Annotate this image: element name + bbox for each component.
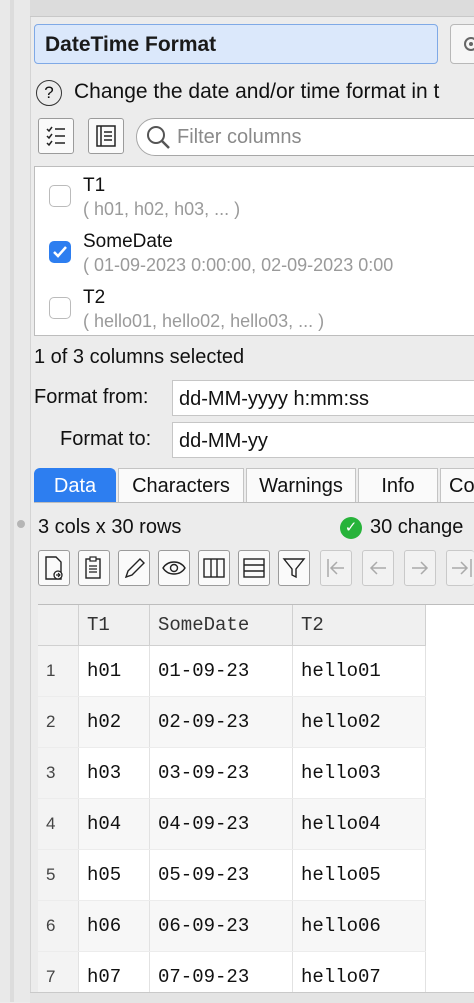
grid-cell[interactable]: 05-09-23 — [149, 849, 293, 901]
grid-cell[interactable]: h03 — [78, 747, 150, 799]
format-from-field[interactable]: dd-MM-yyyy h:mm:ss — [172, 380, 474, 416]
export-button[interactable] — [38, 550, 70, 586]
column-name: SomeDate — [83, 231, 173, 252]
preview-button[interactable] — [158, 550, 190, 586]
row-number: 3 — [38, 747, 79, 799]
deselect-all-button[interactable] — [88, 118, 124, 154]
grid-cell[interactable]: h02 — [78, 696, 150, 748]
grid-cell[interactable]: h04 — [78, 798, 150, 850]
columns-button[interactable] — [198, 550, 230, 586]
splitter-handle-icon[interactable] — [17, 520, 25, 528]
row-number: 1 — [38, 645, 79, 697]
grid-cell[interactable]: hello04 — [292, 798, 426, 850]
grid-dimensions: 3 cols x 30 rows — [38, 516, 182, 538]
tab-characters[interactable]: Characters — [118, 468, 244, 502]
grid-cell[interactable]: 01-09-23 — [149, 645, 293, 697]
tab-info[interactable]: Info — [358, 468, 438, 502]
row-number: 5 — [38, 849, 79, 901]
tab-warnings[interactable]: Warnings — [246, 468, 356, 502]
filter-icon — [282, 558, 306, 579]
table-row[interactable]: 1 h01 01-09-23 hello01 — [38, 645, 426, 697]
edit-button[interactable] — [118, 550, 150, 586]
check-circle-icon: ✓ — [340, 517, 362, 539]
grid-cell[interactable]: hello02 — [292, 696, 426, 748]
eye-icon — [162, 561, 186, 575]
row-number: 6 — [38, 900, 79, 952]
changes-count: 30 change — [370, 516, 464, 538]
filter-placeholder: Filter columns — [177, 126, 302, 148]
prev-page-button[interactable] — [362, 550, 394, 586]
row-number: 2 — [38, 696, 79, 748]
rows-icon — [243, 558, 265, 578]
columns-icon — [203, 558, 225, 578]
table-row[interactable]: 4 h04 04-09-23 hello04 — [38, 798, 426, 850]
panel-title-box: DateTime Format — [34, 24, 438, 64]
filter-button[interactable] — [278, 550, 310, 586]
grid-cell[interactable]: h05 — [78, 849, 150, 901]
left-splitter[interactable] — [0, 0, 31, 1002]
panel-title: DateTime Format — [45, 33, 217, 56]
paste-button[interactable] — [78, 550, 110, 586]
grid-cell[interactable]: 06-09-23 — [149, 900, 293, 952]
column-checkbox-somedate[interactable] — [49, 241, 71, 263]
grid-cell[interactable]: hello05 — [292, 849, 426, 901]
table-row[interactable]: 5 h05 05-09-23 hello05 — [38, 849, 426, 901]
next-page-button[interactable] — [404, 550, 436, 586]
grid-cell[interactable]: h06 — [78, 900, 150, 952]
tab-more[interactable]: Co — [440, 468, 474, 502]
grid-cell[interactable]: 03-09-23 — [149, 747, 293, 799]
table-row[interactable]: 6 h06 06-09-23 hello06 — [38, 900, 426, 952]
grid-header-t2[interactable]: T2 — [292, 605, 426, 646]
grid-cell[interactable]: 02-09-23 — [149, 696, 293, 748]
table-row[interactable]: 2 h02 02-09-23 hello02 — [38, 696, 426, 748]
column-checkbox-t1[interactable] — [49, 185, 71, 207]
format-from-label: Format from: — [34, 386, 149, 408]
grid-header-t1[interactable]: T1 — [78, 605, 150, 646]
search-icon — [147, 126, 170, 149]
bottom-scrollbar[interactable] — [30, 992, 474, 1003]
checkmark-icon — [53, 246, 67, 258]
help-icon[interactable]: ? — [36, 80, 62, 106]
grid-header-somedate[interactable]: SomeDate — [149, 605, 293, 646]
table-row[interactable]: 3 h03 03-09-23 hello03 — [38, 747, 426, 799]
row-number-header — [38, 605, 79, 646]
column-list: T1 ( h01, h02, h03, ... ) SomeDate ( 01-… — [34, 166, 474, 336]
panel-description: Change the date and/or time format in t — [74, 80, 440, 103]
format-to-label: Format to: — [60, 428, 152, 450]
grid-cell[interactable]: hello03 — [292, 747, 426, 799]
tab-bar: Data Characters Warnings Info Co — [34, 468, 474, 503]
selection-summary: 1 of 3 columns selected — [34, 346, 245, 368]
grid-cell[interactable]: hello01 — [292, 645, 426, 697]
prev-icon — [369, 561, 386, 575]
last-icon — [452, 559, 472, 577]
column-sample: ( h01, h02, h03, ... ) — [83, 199, 241, 219]
gear-icon — [464, 37, 474, 51]
first-page-button[interactable] — [320, 550, 352, 586]
settings-button[interactable] — [450, 24, 474, 64]
grid-cell[interactable]: h01 — [78, 645, 150, 697]
column-sample: ( hello01, hello02, hello03, ... ) — [83, 311, 325, 331]
grid-cell[interactable]: hello06 — [292, 900, 426, 952]
tab-data[interactable]: Data — [34, 468, 116, 502]
select-all-button[interactable] — [38, 118, 74, 154]
pencil-icon — [124, 558, 145, 579]
grid-cell[interactable]: 04-09-23 — [149, 798, 293, 850]
data-grid: T1 SomeDate T2 1 h01 01-09-23 hello01 2 h02 02… — [38, 604, 474, 1003]
next-icon — [412, 561, 429, 575]
column-name: T1 — [83, 175, 106, 196]
paste-icon — [85, 556, 101, 579]
first-icon — [327, 559, 344, 577]
export-icon — [45, 556, 63, 580]
row-number: 4 — [38, 798, 79, 850]
column-checkbox-t2[interactable] — [49, 297, 71, 319]
filter-columns-input[interactable]: Filter columns — [136, 118, 474, 156]
list-icon — [96, 125, 116, 147]
format-to-field[interactable]: dd-MM-yy — [172, 422, 474, 458]
rows-button[interactable] — [238, 550, 270, 586]
top-bar — [30, 0, 474, 17]
column-sample: ( 01-09-2023 0:00:00, 02-09-2023 0:00 — [83, 255, 394, 275]
last-page-button[interactable] — [446, 550, 474, 586]
checklist-icon — [46, 126, 65, 147]
column-name: T2 — [83, 287, 106, 308]
